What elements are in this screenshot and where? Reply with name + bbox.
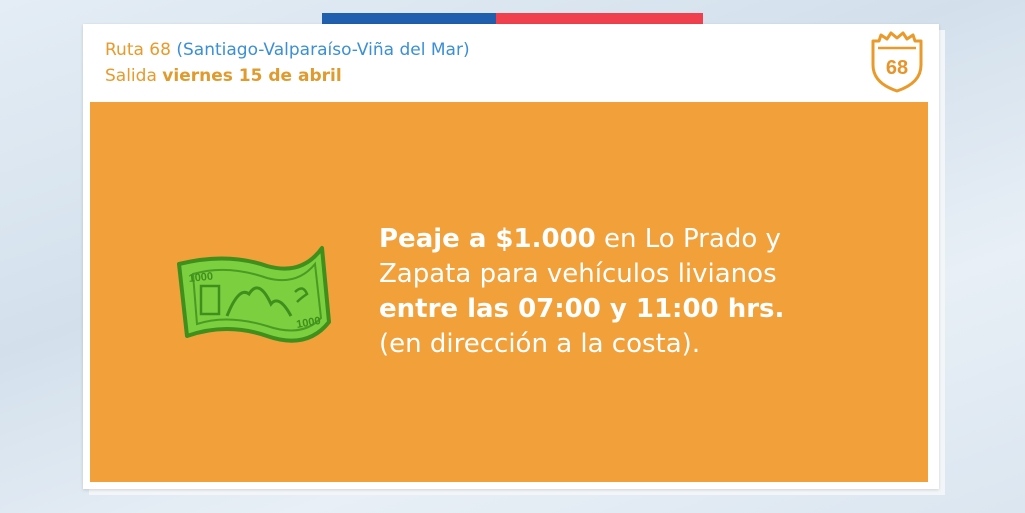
toll-hours: entre las 07:00 y 11:00 hrs. — [379, 294, 785, 324]
toll-message: Peaje a $1.000 en Lo Prado y Zapata para… — [379, 222, 899, 362]
route-detail: (Santiago-Valparaíso-Viña del Mar) — [176, 40, 470, 60]
message-panel: 1000 1000 Peaje a $1.000 en Lo Prado y Z… — [90, 102, 928, 482]
flag-red-segment — [496, 13, 703, 24]
banknote-icon: 1000 1000 — [177, 246, 331, 343]
route-prefix: Ruta 68 — [105, 40, 171, 60]
message-line-4: (en dirección a la costa). — [379, 329, 701, 359]
route-shield-icon: 68 — [871, 31, 923, 93]
message-line-1: Peaje a $1.000 en Lo Prado y — [379, 222, 899, 257]
departure-date: viernes 15 de abril — [162, 66, 342, 86]
departure-line: Salida viernes 15 de abril — [105, 66, 342, 86]
flag-blue-segment — [322, 13, 496, 24]
route-title: Ruta 68 (Santiago-Valparaíso-Viña del Ma… — [105, 40, 470, 60]
toll-price: Peaje a $1.000 — [379, 224, 596, 254]
flag-stripe — [322, 13, 703, 24]
shield-number: 68 — [886, 57, 908, 79]
toll-location: en Lo Prado y — [604, 224, 781, 254]
bill-denomination-top: 1000 — [188, 270, 214, 284]
message-line-3: entre las 07:00 y 11:00 hrs. — [379, 292, 899, 327]
message-line-2: Zapata para vehículos livianos — [379, 259, 777, 289]
departure-label: Salida — [105, 66, 157, 86]
info-card: Ruta 68 (Santiago-Valparaíso-Viña del Ma… — [83, 24, 939, 489]
